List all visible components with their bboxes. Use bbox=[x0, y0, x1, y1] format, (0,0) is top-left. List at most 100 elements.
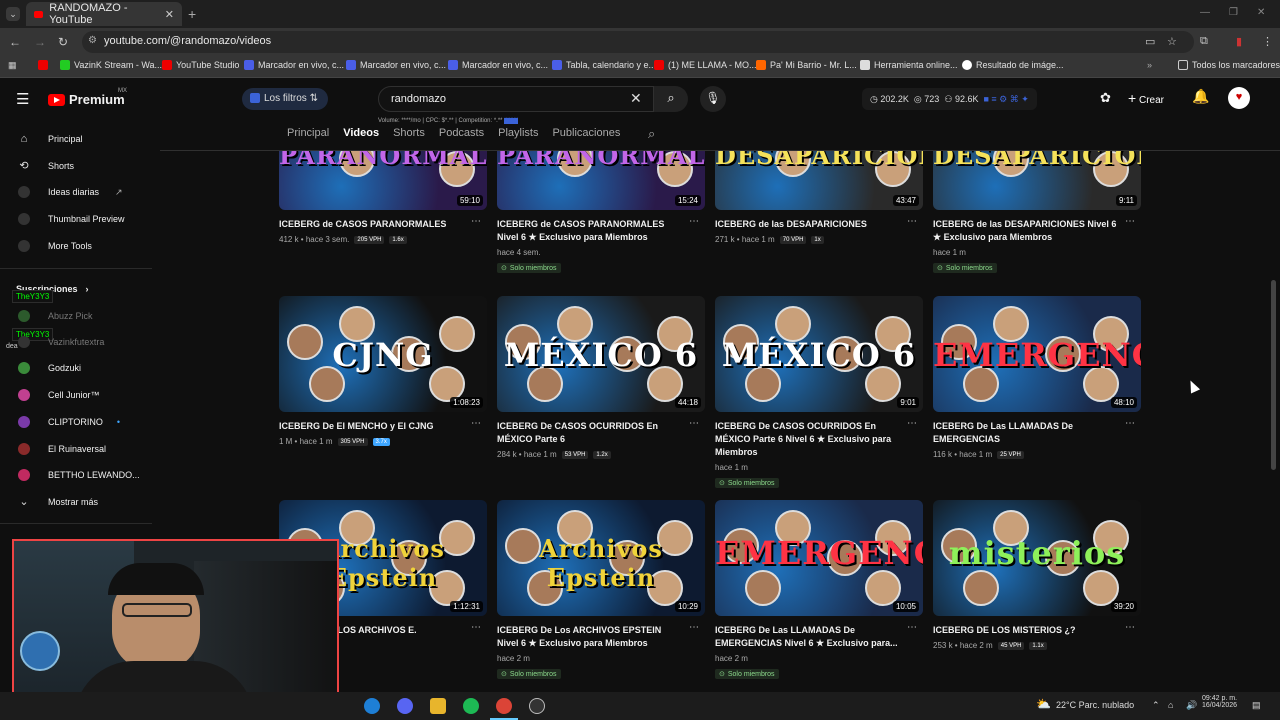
forward-icon[interactable]: → bbox=[34, 35, 46, 49]
more-options-icon[interactable]: ⋯ bbox=[689, 622, 699, 633]
notification-center-icon[interactable]: ▤ bbox=[1252, 700, 1261, 711]
url-field[interactable]: ⚙ youtube.com/@randomazo/videos bbox=[82, 31, 1194, 53]
channel-search-icon[interactable]: ⌕ bbox=[648, 126, 655, 142]
bookmark-item[interactable] bbox=[38, 60, 48, 70]
more-bookmarks-icon[interactable]: » bbox=[1147, 60, 1152, 70]
discord-icon[interactable] bbox=[397, 698, 413, 714]
video-card[interactable]: DESAPARICIONES 43:47 ICEBERG de las DESAPA… bbox=[715, 151, 923, 244]
avatar[interactable]: ♥ bbox=[1228, 87, 1250, 109]
tab-playlists[interactable]: Playlists bbox=[498, 127, 538, 139]
sidebar-sub-item[interactable]: Vazinkfutextra bbox=[18, 333, 104, 351]
video-title[interactable]: ICEBERG DE LOS MISTERIOS ¿? bbox=[933, 624, 1141, 637]
tray-chevron-icon[interactable]: ⌃ bbox=[1152, 700, 1160, 711]
profile-icon[interactable]: ▮ bbox=[1236, 35, 1242, 48]
bookmark-item[interactable]: VazinK Stream - Wa... bbox=[60, 60, 162, 70]
more-options-icon[interactable]: ⋯ bbox=[471, 418, 481, 429]
all-bookmarks[interactable]: Todos los marcadores bbox=[1178, 60, 1280, 70]
extensions-icon[interactable]: ⧉ bbox=[1200, 35, 1208, 48]
video-title[interactable]: ICEBERG De Las LLAMADAS De EMERGENCIAS N… bbox=[715, 624, 923, 650]
video-thumbnail[interactable]: EMERGENCIA 48:10 bbox=[933, 296, 1141, 412]
video-thumbnail[interactable]: DESAPARICIONES 43:47 bbox=[715, 151, 923, 210]
tab-search-button[interactable]: ⌄ bbox=[6, 7, 20, 21]
sidebar-sub-item[interactable]: El Ruinaversal bbox=[18, 440, 106, 458]
video-title[interactable]: ICEBERG De El MENCHO y El CJNG bbox=[279, 420, 487, 433]
tab-principal[interactable]: Principal bbox=[287, 127, 329, 139]
video-card[interactable]: EMERGENCIA 10:05 ICEBERG De Las LLAMADAS D… bbox=[715, 500, 923, 681]
video-thumbnail[interactable]: Archivos Epstein 10:29 bbox=[497, 500, 705, 616]
video-card[interactable]: PARANORMALES 59:10 ICEBERG de CASOS PARANO… bbox=[279, 151, 487, 244]
video-card[interactable]: MÉXICO 6 44:18 ICEBERG De CASOS OCURRIDOS … bbox=[497, 296, 705, 459]
network-icon[interactable]: ⌂ bbox=[1168, 700, 1173, 710]
create-button[interactable]: + Crear bbox=[1128, 90, 1164, 106]
notifications-bell-icon[interactable]: 🔔 bbox=[1192, 88, 1209, 105]
spotify-icon[interactable] bbox=[463, 698, 479, 714]
browser-tab[interactable]: RANDOMAZO - YouTube ✕ bbox=[26, 2, 182, 26]
video-card[interactable]: misterios 39:20 ICEBERG DE LOS MISTERIOS ¿… bbox=[933, 500, 1141, 650]
more-options-icon[interactable]: ⋯ bbox=[907, 622, 917, 633]
more-options-icon[interactable]: ⋯ bbox=[907, 216, 917, 227]
video-thumbnail[interactable]: DESAPARICIONES 9:11 bbox=[933, 151, 1141, 210]
video-title[interactable]: ICEBERG de las DESAPARICIONES bbox=[715, 218, 923, 231]
sidebar-sub-item[interactable]: Cell Junior™ bbox=[18, 386, 100, 404]
close-tab-icon[interactable]: ✕ bbox=[165, 8, 174, 21]
video-thumbnail[interactable]: MÉXICO 6 44:18 bbox=[497, 296, 705, 412]
video-card[interactable]: Archivos Epstein 10:29 ICEBERG De Los ARCH… bbox=[497, 500, 705, 681]
sidebar-sub-item[interactable]: Godzuki bbox=[18, 359, 81, 377]
more-options-icon[interactable]: ⋯ bbox=[1125, 418, 1135, 429]
video-card[interactable]: MÉXICO 6 9:01 ICEBERG De CASOS OCURRIDOS E… bbox=[715, 296, 923, 490]
volume-icon[interactable]: 🔊 bbox=[1186, 700, 1197, 711]
video-card[interactable]: CJNG 1:08:23 ICEBERG De El MENCHO y El CJN… bbox=[279, 296, 487, 446]
more-options-icon[interactable]: ⋯ bbox=[1125, 216, 1135, 227]
video-card[interactable]: EMERGENCIA 48:10 ICEBERG De Las LLAMADAS D… bbox=[933, 296, 1141, 459]
search-button[interactable]: ⌕ bbox=[654, 86, 688, 112]
tab-podcasts[interactable]: Podcasts bbox=[439, 127, 484, 139]
video-title[interactable]: ICEBERG De Las LLAMADAS De EMERGENCIAS bbox=[933, 420, 1141, 446]
video-thumbnail[interactable]: misterios 39:20 bbox=[933, 500, 1141, 616]
new-tab-button[interactable]: + bbox=[188, 6, 196, 22]
tab-videos[interactable]: Videos bbox=[343, 127, 379, 139]
sidebar-item-principal[interactable]: ⌂ Principal bbox=[18, 130, 83, 148]
video-title[interactable]: ICEBERG De CASOS OCURRIDOS En MÉXICO Par… bbox=[715, 420, 923, 459]
video-card[interactable]: DESAPARICIONES 9:11 ICEBERG de las DESAPAR… bbox=[933, 151, 1141, 275]
extension-tools-icon[interactable]: ■ ≡ ⚙ ⌘ ✦ bbox=[983, 94, 1028, 104]
more-options-icon[interactable]: ⋯ bbox=[907, 418, 917, 429]
sidebar-item-ideas[interactable]: Ideas diarias ↗ bbox=[18, 183, 123, 201]
filters-button[interactable]: Los filtros ⇅ bbox=[242, 88, 328, 110]
more-options-icon[interactable]: ⋯ bbox=[471, 216, 481, 227]
more-options-icon[interactable]: ⋯ bbox=[1125, 622, 1135, 633]
bookmark-item[interactable]: Pa' Mi Barrio - Mr. L... bbox=[756, 60, 857, 70]
clock[interactable]: 09:42 p. m. 16/04/2026 bbox=[1202, 695, 1237, 709]
video-title[interactable]: ICEBERG De Los ARCHIVOS EPSTEIN Nivel 6 … bbox=[497, 624, 705, 650]
bookmark-item[interactable]: Marcador en vivo, c... bbox=[448, 60, 548, 70]
maximize-icon[interactable]: ❐ bbox=[1229, 7, 1238, 18]
tab-publicaciones[interactable]: Publicaciones bbox=[552, 127, 620, 139]
video-thumbnail[interactable]: MÉXICO 6 9:01 bbox=[715, 296, 923, 412]
bookmark-star-icon[interactable]: ☆ bbox=[1167, 35, 1177, 48]
minimize-icon[interactable]: — bbox=[1200, 7, 1210, 18]
video-title[interactable]: ICEBERG de las DESAPARICIONES Nivel 6 ★ … bbox=[933, 218, 1141, 244]
tab-shorts[interactable]: Shorts bbox=[393, 127, 425, 139]
hamburger-menu-icon[interactable]: ☰ bbox=[16, 90, 29, 108]
vidiq-icon[interactable]: ✿ bbox=[1100, 90, 1111, 106]
apps-grid-icon[interactable]: ▦ bbox=[8, 60, 17, 71]
more-options-icon[interactable]: ⋯ bbox=[689, 418, 699, 429]
sidebar-sub-item[interactable]: BETTHO LEWANDO... bbox=[18, 466, 140, 484]
sidebar-item-more-tools[interactable]: More Tools bbox=[18, 237, 92, 255]
reload-icon[interactable]: ↻ bbox=[58, 35, 68, 49]
video-title[interactable]: ICEBERG de CASOS PARANORMALES Nivel 6 ★ … bbox=[497, 218, 705, 244]
menu-kebab-icon[interactable]: ⋮ bbox=[1262, 35, 1273, 48]
video-title[interactable]: ICEBERG de CASOS PARANORMALES bbox=[279, 218, 487, 231]
more-options-icon[interactable]: ⋯ bbox=[689, 216, 699, 227]
bookmark-item[interactable]: (1) ME LLAMA - MO... bbox=[654, 60, 757, 70]
site-info-icon[interactable]: ⚙ bbox=[88, 35, 97, 46]
obs-icon[interactable] bbox=[529, 698, 545, 714]
weather-text[interactable]: 22°C Parc. nublado bbox=[1056, 700, 1134, 710]
close-window-icon[interactable]: ✕ bbox=[1257, 7, 1265, 18]
cast-icon[interactable]: ▭ bbox=[1145, 35, 1155, 48]
edge-icon[interactable] bbox=[364, 698, 380, 714]
video-thumbnail[interactable]: CJNG 1:08:23 bbox=[279, 296, 487, 412]
video-thumbnail[interactable]: PARANORMALES 15:24 bbox=[497, 151, 705, 210]
voice-search-button[interactable]: 🎙 bbox=[700, 86, 726, 112]
more-options-icon[interactable]: ⋯ bbox=[471, 622, 481, 633]
bookmark-item[interactable]: YouTube Studio bbox=[162, 60, 239, 70]
